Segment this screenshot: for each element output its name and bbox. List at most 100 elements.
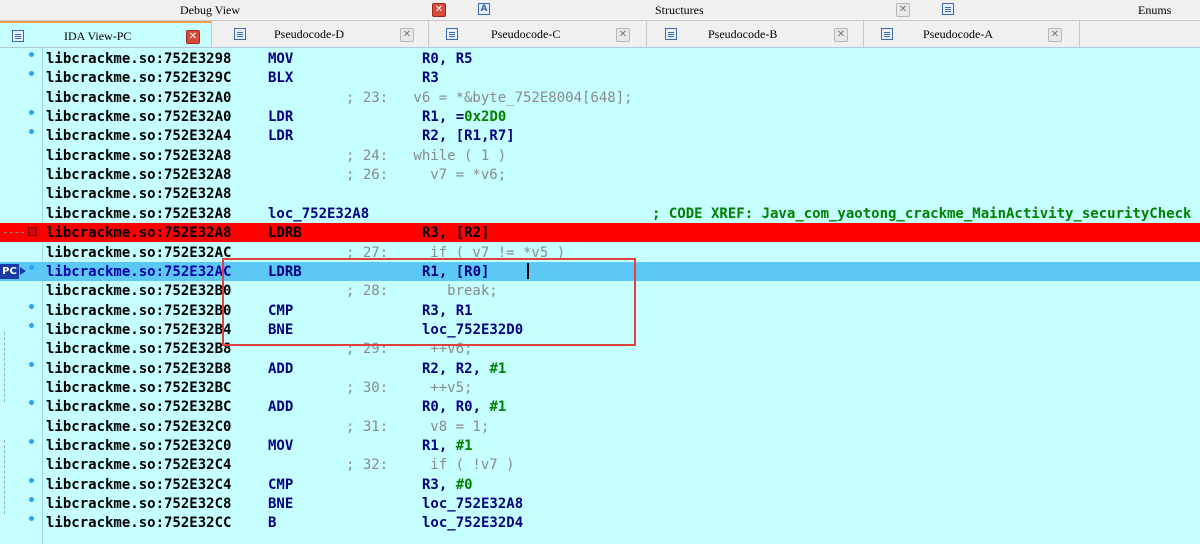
instruction-operands: R2, [R1,R7] [422,128,515,145]
line-address: libcrackme.so:752E32A8 [46,225,232,242]
tab-pseudocode-d[interactable]: Pseudocode-D ✕ [212,21,429,47]
tab-enums[interactable]: Enums [1138,3,1171,18]
instruction-dot-icon [29,129,34,135]
code-line[interactable]: libcrackme.so:752E32A8 loc_752E32A8 ; CODE… [0,204,1200,223]
tab-pseudocode-c[interactable]: Pseudocode-C ✕ [429,21,647,47]
pseudocode-comment: ; 26: v7 = *v6; [346,167,507,184]
code-line[interactable]: libcrackme.so:752E32C4 CMP R3, #0 [0,475,1200,494]
instruction-mnemonic: MOV [268,438,294,454]
instruction-operands: R0, R5 [422,51,473,67]
code-line[interactable]: libcrackme.so:752E32BC ADD R0, R0, #1 [0,397,1200,416]
code-line[interactable]: libcrackme.so:752E32A8 ; 24: while ( 1 ) [0,146,1200,165]
code-line[interactable]: libcrackme.so:752E32A8 [0,184,1200,203]
pc-arrow-icon [20,266,26,275]
tab-label: Pseudocode-D [274,27,344,41]
breakpoint-arrow-icon [4,232,24,234]
line-address: libcrackme.so:752E32A8 [46,186,232,203]
code-line[interactable]: libcrackme.so:752E32A0 ; 23: v6 = *&byte_… [0,88,1200,107]
line-address: libcrackme.so:752E3298 [46,51,232,67]
code-line[interactable]: libcrackme.so:752E329C BLX R3 [0,68,1200,87]
close-structures-icon[interactable]: ✕ [896,3,910,17]
close-tab-icon[interactable]: ✕ [1048,28,1062,42]
code-line[interactable]: libcrackme.so:752E32C8 BNE loc_752E32A8 [0,494,1200,513]
instruction-mnemonic: CMP [268,476,294,493]
pseudocode-comment: ; 30: ++v5; [346,379,473,396]
tab-debug-view[interactable]: Debug View [180,3,240,18]
line-address: libcrackme.so:752E32A0 [46,109,232,126]
code-line[interactable]: libcrackme.so:752E32C0 ; 31: v8 = 1; [0,417,1200,436]
instruction-operands: R3, #0 [422,476,473,493]
code-line[interactable]: libcrackme.so:752E3298 MOV R0, R5 [0,49,1200,68]
code-line[interactable]: libcrackme.so:752E32C4 ; 32: if ( !v7 ) [0,455,1200,474]
instruction-mnemonic: ADD [268,399,294,416]
instruction-dot-icon [29,303,34,309]
pseudocode-comment: ; 23: v6 = *&byte_752E8004[648]; [346,89,633,106]
instruction-mnemonic: LDR [268,128,294,145]
instruction-dot-icon [29,71,34,77]
code-line[interactable]: libcrackme.so:752E32CC Bloc_752E32D4 [0,513,1200,532]
highlight-box [222,258,636,346]
disassembly-view[interactable]: libcrackme.so:752E3298 MOV R0, R5 libcrackm… [0,48,1200,544]
line-address: libcrackme.so:752E32B8 [46,341,232,358]
line-address: libcrackme.so:752E32A4 [46,128,232,145]
instruction-dot-icon [29,264,34,270]
tab-pseudocode-a[interactable]: Pseudocode-A ✕ [864,21,1080,47]
tab-structures[interactable]: Structures [655,3,704,18]
pc-badge: PC [0,263,19,279]
close-tab-icon[interactable]: ✕ [834,28,848,42]
instruction-mnemonic: LDRB [268,225,302,242]
tab-pseudocode-b[interactable]: Pseudocode-B ✕ [647,21,864,47]
tab-label: Pseudocode-B [708,27,778,41]
close-tab-icon[interactable]: ✕ [616,28,630,42]
line-address: libcrackme.so:752E329C [46,70,232,87]
code-line[interactable]: libcrackme.so:752E32A8 LDRB R3, [R2] [0,223,1200,243]
line-address: libcrackme.so:752E32C0 [46,438,232,454]
pseudocode-comment: ; 31: v8 = 1; [346,418,490,435]
line-address: libcrackme.so:752E32B8 [46,360,232,377]
instruction-operands: R3, [R2] [422,225,490,242]
pseudocode-icon [665,28,677,40]
tab-label: Pseudocode-C [491,27,561,41]
view-tab-bar: IDA View-PC ✕ Pseudocode-D ✕ Pseudocode-… [0,21,1200,48]
line-address: libcrackme.so:752E32BC [46,379,232,396]
close-debug-view-icon[interactable]: ✕ [432,3,446,17]
instruction-operands: R0, R0, #1 [422,399,507,416]
code-line[interactable]: libcrackme.so:752E32C0 MOV R1, #1 [0,436,1200,455]
line-address: libcrackme.so:752E32C0 [46,418,232,435]
instruction-mnemonic: ADD [268,360,294,377]
code-line[interactable]: libcrackme.so:752E32A4 LDR R2, [R1,R7] [0,126,1200,145]
instruction-dot-icon [29,322,34,328]
line-address: libcrackme.so:752E32C4 [46,457,232,474]
line-address: libcrackme.so:752E32AC [46,244,232,261]
tab-ida-view-pc[interactable]: IDA View-PC ✕ [0,21,212,47]
line-address: libcrackme.so:752E32CC [46,515,232,532]
breakpoint-icon[interactable] [28,227,37,237]
instruction-dot-icon [29,361,34,367]
code-line[interactable]: libcrackme.so:752E32A0 LDR R1, =0x2D0 [0,107,1200,126]
line-address: libcrackme.so:752E32AC [46,263,232,280]
line-address: libcrackme.so:752E32B4 [46,321,232,338]
top-tab-strip: Debug View ✕ A Structures ✕ Enums [0,0,1200,21]
pseudocode-comment: ; 24: while ( 1 ) [346,147,507,164]
close-tab-icon[interactable]: ✕ [186,30,200,44]
line-address: libcrackme.so:752E32C4 [46,476,232,493]
instruction-operands: R1, #1 [422,438,473,454]
pseudocode-icon [881,28,893,40]
instruction-operands: R3 [422,70,439,87]
instruction-dot-icon [29,110,34,116]
close-tab-icon[interactable]: ✕ [400,28,414,42]
code-xref-comment: ; CODE XREF: Java_com_yaotong_crackme_Ma… [652,205,1192,222]
instruction-dot-icon [29,439,34,444]
instruction-dot-icon [29,516,34,522]
instruction-mnemonic: BLX [268,70,294,87]
tab-label: IDA View-PC [64,29,132,43]
instruction-operands: R1, =0x2D0 [422,109,507,126]
code-line[interactable]: libcrackme.so:752E32BC ; 30: ++v5; [0,378,1200,397]
code-line[interactable]: libcrackme.so:752E32B8 ADD R2, R2, #1 [0,359,1200,378]
instruction-dot-icon [29,52,34,57]
code-line[interactable]: libcrackme.so:752E32A8 ; 26: v7 = *v6; [0,165,1200,184]
instruction-mnemonic: MOV [268,51,294,67]
pseudocode-icon [446,28,458,40]
instruction-dot-icon [29,400,34,406]
structures-icon: A [478,3,490,15]
